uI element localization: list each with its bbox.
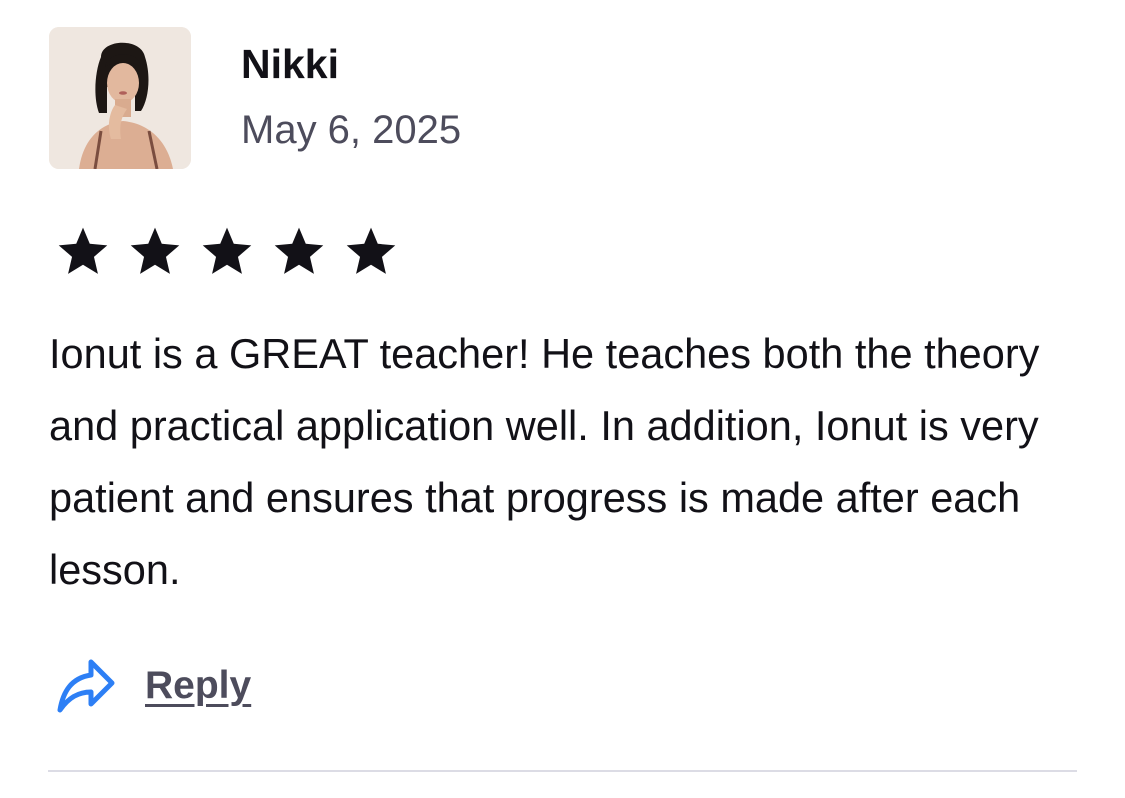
star-icon: [202, 227, 252, 274]
star-icon: [58, 227, 108, 274]
star-rating: [55, 223, 399, 279]
review-text: Ionut is a GREAT teacher! He teaches bot…: [49, 330, 1040, 593]
star-icon: [346, 227, 396, 274]
reviewer-name: Nikki: [241, 41, 339, 87]
star-icon: [130, 227, 180, 274]
reviewer-photo: [49, 27, 191, 169]
star-icon: [274, 227, 324, 274]
review-date: May 6, 2025: [241, 108, 462, 152]
reply-label[interactable]: Reply: [145, 660, 251, 712]
avatar[interactable]: [49, 27, 191, 169]
divider: [48, 770, 1077, 772]
review-card: Nikki May 6, 2025 Ionut is a GREAT teach…: [0, 0, 1125, 798]
reply-arrow-icon: [57, 659, 115, 713]
reply-button[interactable]: Reply: [55, 655, 251, 717]
